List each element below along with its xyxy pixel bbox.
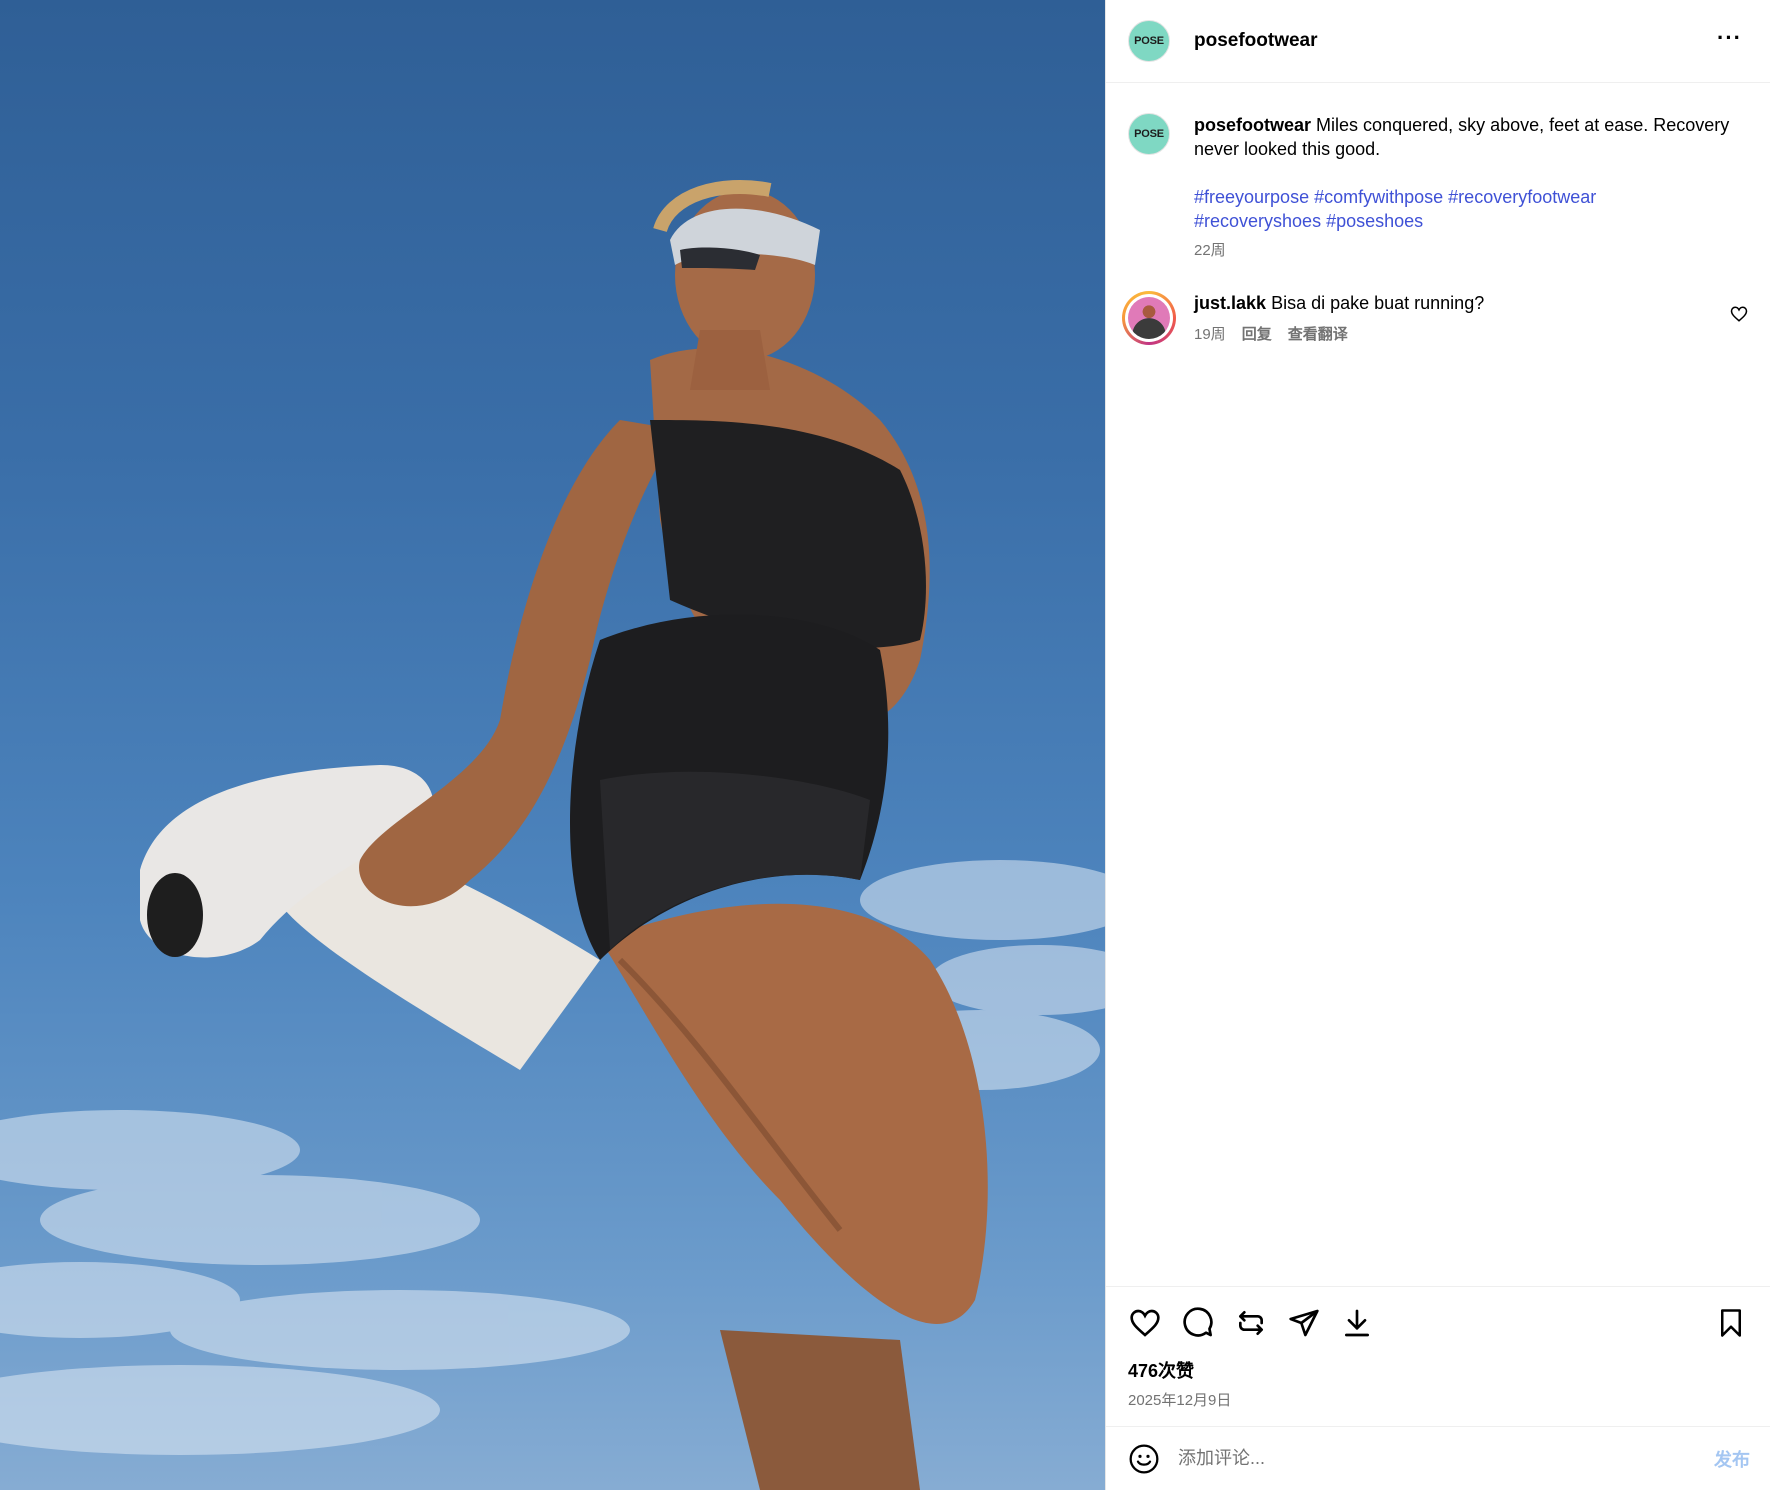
hashtag-link[interactable]: #comfywithpose (1314, 187, 1443, 207)
action-icon-bar (1128, 1303, 1748, 1343)
comment-text: Bisa di pake buat running? (1271, 293, 1485, 313)
post-side-panel: POSE posefootwear ··· POSE posefootwear … (1105, 0, 1770, 1490)
reply-button[interactable]: 回复 (1242, 323, 1272, 347)
hashtag-link[interactable]: #freeyourpose (1194, 187, 1309, 207)
caption-avatar[interactable]: POSE (1128, 113, 1170, 155)
author-avatar-logo: POSE (1134, 35, 1164, 47)
add-comment-bar: 发布 (1106, 1426, 1770, 1490)
download-button[interactable] (1340, 1306, 1374, 1340)
comment-username[interactable]: just.lakk (1194, 293, 1266, 313)
author-avatar[interactable]: POSE (1128, 20, 1170, 62)
caption-username[interactable]: posefootwear (1194, 115, 1311, 135)
like-button[interactable] (1128, 1306, 1162, 1340)
commenter-avatar-image (1128, 297, 1170, 339)
repost-icon (1239, 1311, 1263, 1335)
post-date[interactable]: 2025年12月9日 (1128, 1389, 1748, 1410)
comment-body: just.lakk Bisa di pake buat running? 19周… (1194, 291, 1730, 347)
caption: POSE posefootwear Miles conquered, sky a… (1128, 113, 1748, 263)
emoji-icon[interactable] (1128, 1443, 1160, 1475)
hashtag-link[interactable]: #poseshoes (1326, 211, 1423, 231)
commenter-avatar-ring (1125, 294, 1173, 342)
caption-hashtags: #freeyourpose #comfywithpose #recoveryfo… (1194, 185, 1748, 233)
share-button[interactable] (1287, 1306, 1321, 1340)
hashtag-link[interactable]: #recoveryshoes (1194, 211, 1321, 231)
comment-icon (1183, 1307, 1213, 1337)
download-icon (1345, 1309, 1369, 1337)
like-count[interactable]: 476次赞 (1128, 1357, 1748, 1383)
hashtag-link[interactable]: #recoveryfootwear (1448, 187, 1596, 207)
comment-item: just.lakk Bisa di pake buat running? 19周… (1122, 291, 1748, 347)
post-actions: 476次赞 2025年12月9日 (1106, 1286, 1770, 1426)
comment-meta: 19周 回复 查看翻译 (1194, 323, 1730, 347)
heart-icon (1130, 1309, 1160, 1337)
commenter-avatar[interactable] (1122, 291, 1176, 345)
post-comment-button[interactable]: 发布 (1714, 1446, 1750, 1472)
photo-illustration (0, 180, 1105, 1490)
see-translation-button[interactable]: 查看翻译 (1288, 323, 1348, 347)
comment-timestamp[interactable]: 19周 (1194, 323, 1226, 347)
comment-like-heart-icon[interactable] (1730, 305, 1748, 323)
repost-button[interactable] (1234, 1306, 1268, 1340)
post-header: POSE posefootwear ··· (1106, 0, 1770, 83)
comments-list[interactable]: POSE posefootwear Miles conquered, sky a… (1106, 83, 1770, 1286)
caption-avatar-logo: POSE (1134, 128, 1164, 140)
post-photo[interactable] (0, 0, 1105, 1490)
share-icon (1289, 1309, 1319, 1337)
comment-button[interactable] (1181, 1306, 1215, 1340)
save-button[interactable] (1714, 1306, 1748, 1340)
caption-body: posefootwear Miles conquered, sky above,… (1194, 113, 1748, 263)
comment-input[interactable] (1176, 1447, 1714, 1470)
more-options-button[interactable]: ··· (1711, 23, 1748, 59)
author-username[interactable]: posefootwear (1194, 30, 1318, 52)
caption-timestamp[interactable]: 22周 (1194, 239, 1748, 263)
bookmark-icon (1721, 1309, 1741, 1337)
post-dialog: POSE posefootwear ··· POSE posefootwear … (0, 0, 1770, 1490)
